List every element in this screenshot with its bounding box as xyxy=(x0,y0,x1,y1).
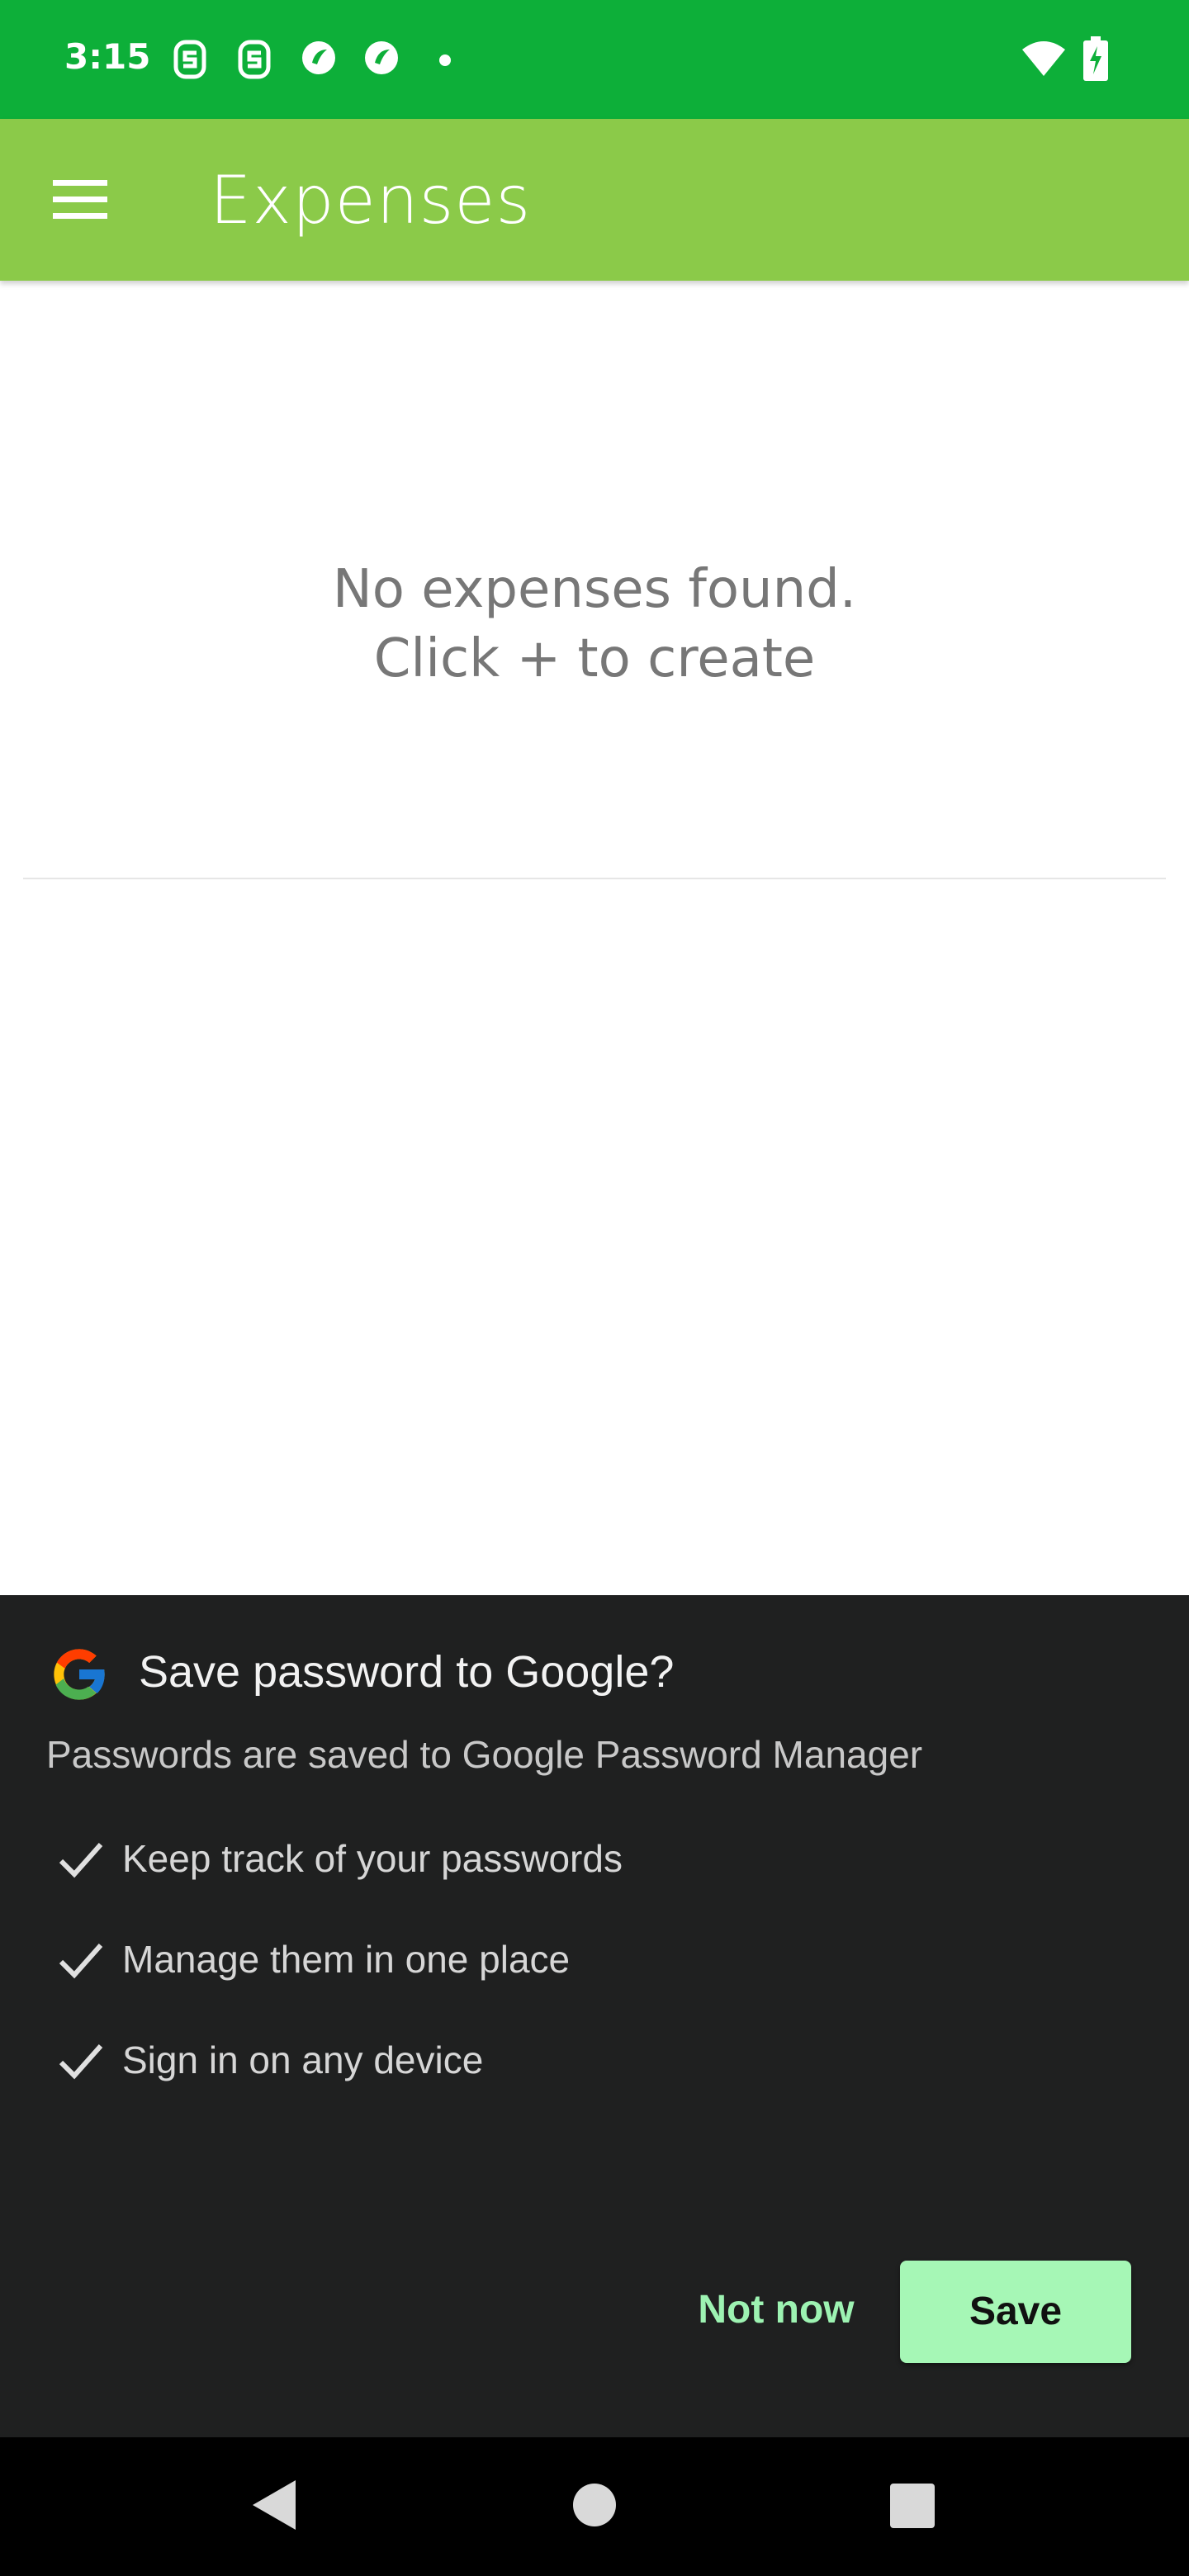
navigation-bar xyxy=(0,2437,1189,2576)
divider xyxy=(23,878,1166,879)
notification-dot-icon xyxy=(439,54,451,66)
status-time: 3:15 xyxy=(64,36,151,77)
empty-state-hint: Click + to create xyxy=(373,628,816,689)
save-password-sheet: Save password to Google? Passwords are s… xyxy=(0,1595,1189,2437)
notification-s-icon xyxy=(238,40,271,79)
empty-state-line: No expenses found. xyxy=(332,559,857,620)
wifi-icon xyxy=(1022,41,1065,76)
check-icon xyxy=(59,1843,103,1878)
home-icon[interactable] xyxy=(573,2484,616,2526)
empty-state-message: No expenses found. Click + to create xyxy=(0,555,1189,694)
notification-s-icon xyxy=(173,40,206,79)
google-icon xyxy=(54,1649,107,1700)
check-icon xyxy=(59,1944,103,1979)
battery-charging-icon xyxy=(1083,36,1108,81)
back-icon[interactable] xyxy=(249,2479,297,2531)
notification-app-icon xyxy=(302,41,335,74)
feature-label: Keep track of your passwords xyxy=(122,1837,623,1880)
recents-icon[interactable] xyxy=(890,2484,935,2528)
feature-label: Manage them in one place xyxy=(122,1938,571,1981)
check-icon xyxy=(59,2044,103,2080)
sheet-title: Save password to Google? xyxy=(139,1647,675,1697)
menu-icon[interactable] xyxy=(51,178,109,221)
not-now-button[interactable]: Not now xyxy=(677,2261,875,2360)
save-button[interactable]: Save xyxy=(900,2261,1131,2363)
app-bar: Expenses xyxy=(0,119,1189,281)
feature-label: Sign in on any device xyxy=(122,2039,484,2081)
page-title: Expenses xyxy=(210,162,532,239)
status-bar: 3:15 xyxy=(0,0,1189,119)
sheet-subtitle: Passwords are saved to Google Password M… xyxy=(46,1733,923,1776)
notification-app-icon xyxy=(365,41,398,74)
